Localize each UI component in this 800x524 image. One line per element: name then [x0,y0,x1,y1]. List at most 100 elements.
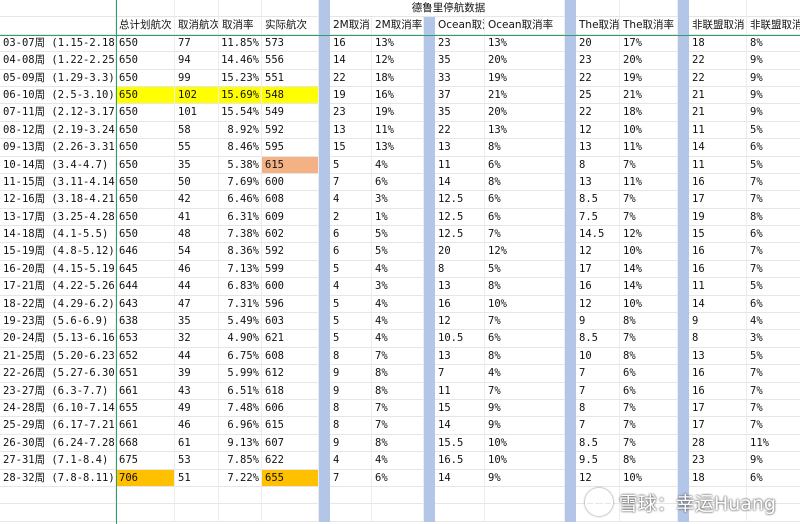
column-separator[interactable] [319,295,330,314]
cell-non-alliance-rate[interactable]: 7% [747,400,800,418]
cell-non-alliance-rate[interactable]: 3% [747,330,800,348]
cell-the-cancel[interactable]: 8 [576,399,620,418]
cell-cancel-rate[interactable]: 6.31% [219,208,262,227]
cell-non-alliance-cancel[interactable]: 22 [689,52,747,70]
cell-the-rate[interactable]: 21% [620,86,678,105]
cell-non-alliance-cancel[interactable]: 21 [689,104,747,122]
cell-ocean-cancel[interactable]: 15.5 [435,434,485,453]
column-separator[interactable] [678,469,689,487]
cell-the-rate[interactable]: 7% [620,191,678,209]
cell-2m-cancel[interactable]: 4 [330,191,372,209]
cell-2m-cancel[interactable]: 2 [330,208,372,227]
cell-cancel-rate[interactable]: 5.99% [219,365,262,383]
column-separator[interactable] [319,243,330,261]
cell-cancel-rate[interactable]: 15.69% [219,86,262,105]
cell-total-planned[interactable]: 650 [116,226,175,244]
cell-non-alliance-cancel[interactable]: 16 [689,173,747,192]
cell-2m-rate[interactable]: 3% [372,278,424,296]
cell-ocean-rate[interactable]: 12% [485,243,565,261]
cell-ocean-rate[interactable]: 13% [485,121,565,140]
cell-cancelled[interactable]: 35 [175,313,219,331]
column-separator[interactable] [678,139,689,157]
cell-non-alliance-cancel[interactable]: 13 [689,347,747,366]
cell-non-alliance-cancel[interactable]: 21 [689,86,747,105]
column-separator[interactable] [424,243,435,261]
cell-2m-cancel[interactable]: 8 [330,399,372,418]
cell-2m-cancel[interactable]: 19 [330,86,372,105]
cell-cancel-rate[interactable]: 6.83% [219,278,262,296]
column-separator[interactable] [319,347,330,366]
cell-cancel-rate[interactable]: 14.46% [219,52,262,70]
cell-2m-cancel[interactable]: 9 [330,434,372,453]
column-separator[interactable] [565,313,576,331]
blank-cell[interactable] [219,486,262,505]
cell-ocean-rate[interactable]: 8% [485,173,565,192]
cell-total-planned[interactable]: 653 [116,330,175,348]
column-separator[interactable] [424,330,435,348]
cell-2m-rate[interactable]: 11% [372,121,424,140]
cell-cancel-rate[interactable]: 15.54% [219,104,262,122]
column-separator[interactable] [319,452,330,470]
cell-total-planned[interactable]: 644 [116,278,175,296]
column-separator[interactable] [319,260,330,279]
cell-2m-cancel[interactable]: 9 [330,382,372,400]
column-separator[interactable] [565,0,576,18]
cell-non-alliance-rate[interactable]: 7% [747,174,800,192]
cell-2m-rate[interactable]: 8% [372,434,424,453]
cell-ocean-rate[interactable]: 6% [485,191,565,209]
cell-non-alliance-rate[interactable]: 9% [747,452,800,470]
cell-actual[interactable]: 609 [262,208,319,227]
column-separator[interactable] [424,278,435,296]
column-separator[interactable] [565,139,576,157]
cell-row-label[interactable]: 10-14周 (3.4-4.7) [0,156,116,174]
cell-ocean-rate[interactable]: 8% [485,139,565,157]
cell-cancelled[interactable]: 55 [175,139,219,157]
cell-ocean-rate[interactable]: 9% [485,417,565,435]
column-separator[interactable] [424,452,435,470]
column-separator[interactable] [565,434,576,453]
cell-2m-rate[interactable]: 13% [372,34,424,53]
cell-2m-cancel[interactable]: 15 [330,139,372,157]
column-separator[interactable] [678,156,689,174]
cell-the-cancel[interactable]: 22 [576,104,620,122]
column-separator[interactable] [424,486,435,505]
cell-ocean-cancel[interactable]: 13 [435,347,485,366]
cell-ocean-rate[interactable]: 6% [485,208,565,227]
cell-ocean-rate[interactable]: 10% [485,452,565,470]
cell-total-planned[interactable]: 655 [116,399,175,418]
cell-non-alliance-rate[interactable]: 5% [747,122,800,140]
column-separator[interactable] [678,121,689,140]
blank-cell[interactable] [485,504,565,522]
cell-row-label[interactable]: 19-23周 (5.6-6.9) [0,313,116,331]
cell-2m-cancel[interactable]: 16 [330,34,372,53]
cell-ocean-cancel[interactable]: 11 [435,382,485,400]
cell-ocean-cancel[interactable]: 12.5 [435,226,485,244]
blank-cell[interactable] [435,504,485,522]
cell-2m-rate[interactable]: 4% [372,295,424,314]
column-separator[interactable] [424,86,435,105]
cell-the-cancel[interactable]: 17 [576,260,620,279]
cell-cancelled[interactable]: 32 [175,330,219,348]
cell-the-rate[interactable]: 8% [620,452,678,470]
header-cancelled[interactable]: 取消航次 [175,17,219,35]
cell-2m-cancel[interactable]: 5 [330,330,372,348]
cell-the-cancel[interactable]: 12 [576,469,620,487]
cell-ocean-cancel[interactable]: 12.5 [435,208,485,227]
cell-non-alliance-rate[interactable]: 7% [747,191,800,209]
column-separator[interactable] [565,347,576,366]
blank-cell[interactable] [689,0,747,18]
column-separator[interactable] [319,417,330,435]
cell-the-rate[interactable]: 10% [620,243,678,261]
cell-ocean-cancel[interactable]: 35 [435,52,485,70]
blank-cell[interactable] [116,0,175,18]
cell-non-alliance-cancel[interactable]: 16 [689,260,747,279]
blank-cell[interactable] [0,486,116,505]
cell-row-label[interactable]: 07-11周 (2.12-3.17) [0,104,116,122]
column-separator[interactable] [319,34,330,53]
column-separator[interactable] [565,17,576,35]
column-separator[interactable] [319,330,330,348]
cell-total-planned[interactable]: 650 [116,191,175,209]
column-separator[interactable] [565,486,576,505]
cell-ocean-cancel[interactable]: 23 [435,34,485,53]
cell-ocean-cancel[interactable]: 11 [435,156,485,174]
